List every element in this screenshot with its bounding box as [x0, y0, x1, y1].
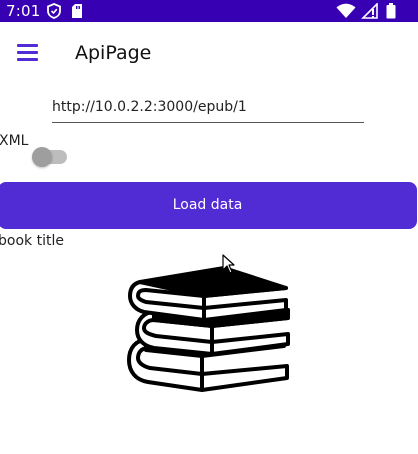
- app-bar: ApiPage: [0, 22, 418, 84]
- xml-switch[interactable]: [30, 144, 70, 168]
- wifi-icon: [336, 3, 356, 18]
- book-title-label: book title: [0, 233, 64, 249]
- page-title: ApiPage: [75, 42, 152, 64]
- books-stack-icon: [127, 266, 290, 392]
- url-input[interactable]: [52, 96, 364, 118]
- load-data-button[interactable]: Load data: [0, 182, 417, 229]
- mouse-cursor-icon: [222, 254, 235, 274]
- status-bar: 7:01: [0, 0, 418, 22]
- xml-label: XML: [0, 133, 29, 149]
- switch-thumb[interactable]: [32, 147, 52, 167]
- sd-card-icon: [72, 4, 82, 18]
- hamburger-menu-icon[interactable]: [10, 34, 46, 70]
- url-field[interactable]: [52, 96, 364, 123]
- battery-icon: [386, 3, 396, 19]
- signal-icon: [361, 3, 378, 19]
- screen: 7:01 ApiPage http://10.0.2.2:3000/epub/1…: [0, 0, 418, 454]
- shield-icon: [47, 3, 61, 19]
- status-time: 7:01: [6, 2, 41, 20]
